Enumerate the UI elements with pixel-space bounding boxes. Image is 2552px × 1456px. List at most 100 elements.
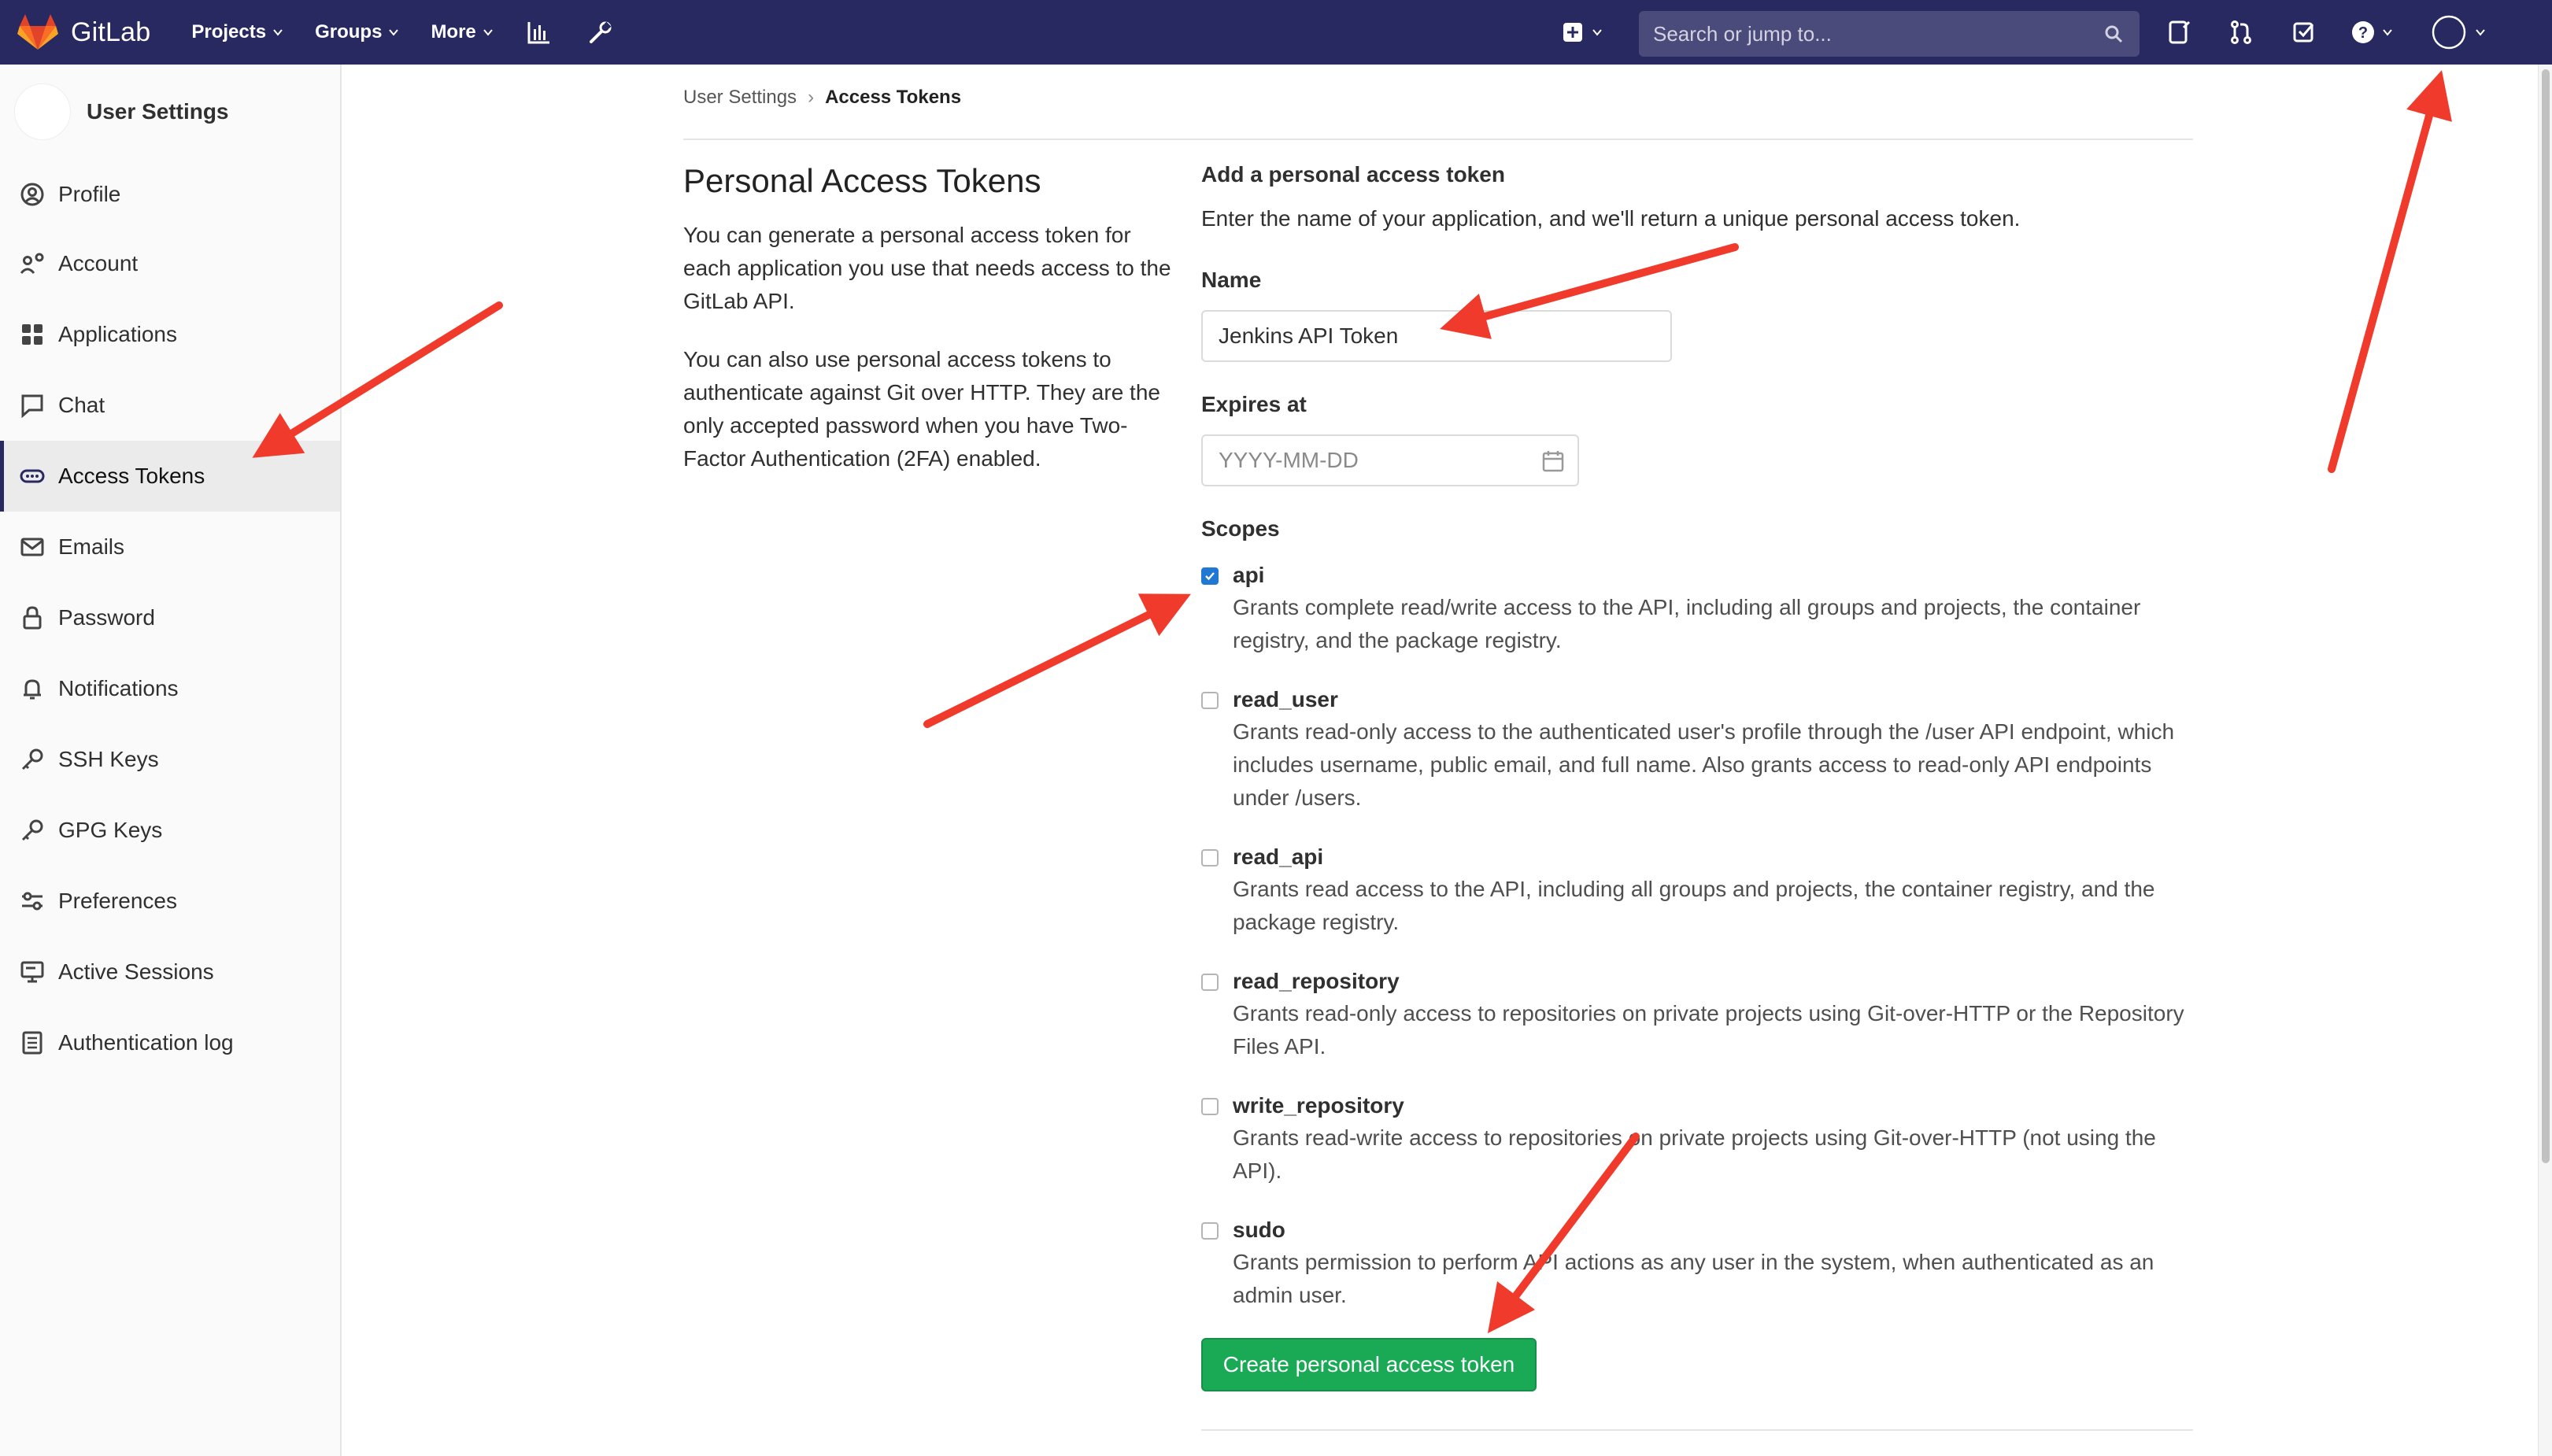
preferences-icon — [19, 888, 46, 915]
sidebar-item-ssh-keys[interactable]: SSH Keys — [0, 724, 340, 795]
chevron-down-icon — [2476, 29, 2485, 36]
wrench-icon[interactable] — [586, 18, 615, 46]
sidebar-item-label: Account — [58, 251, 139, 275]
intro-section: Personal Access Tokens You can generate … — [683, 162, 1171, 501]
breadcrumb-parent[interactable]: User Settings — [683, 87, 797, 109]
user-avatar-icon — [2432, 15, 2466, 50]
user-menu-dropdown[interactable] — [2431, 15, 2486, 50]
page-scrollbar[interactable] — [2538, 65, 2552, 1456]
sidebar-item-label: Active Sessions — [58, 959, 214, 984]
gitlab-logo-icon — [17, 14, 58, 50]
nav-projects[interactable]: Projects — [191, 21, 283, 43]
help-icon: ? — [2352, 21, 2374, 43]
scope-name[interactable]: read_repository — [1233, 966, 2201, 997]
scope-description: Grants read access to the API, including… — [1233, 877, 2155, 934]
chevron-down-icon — [483, 29, 493, 36]
expires-date-input[interactable]: YYYY-MM-DD — [1201, 434, 1579, 486]
breadcrumb-current[interactable]: Access Tokens — [825, 87, 961, 109]
merge-request-icon[interactable] — [2229, 18, 2253, 46]
sidebar-item-label: Notifications — [58, 676, 179, 700]
sidebar-item-label: Applications — [58, 322, 177, 346]
scope-description: Grants complete read/write access to the… — [1233, 595, 2141, 652]
scope-name[interactable]: write_repository — [1233, 1090, 2201, 1122]
token-name-input[interactable]: Jenkins API Token — [1201, 310, 1672, 362]
nav-more-label: More — [431, 21, 476, 42]
expires-placeholder: YYYY-MM-DD — [1219, 448, 1359, 472]
settings-sidebar: User Settings Profile Account Applicatio… — [0, 65, 342, 1456]
scope-read-api-checkbox[interactable] — [1201, 849, 1219, 867]
scope-name[interactable]: read_api — [1233, 841, 2201, 873]
chevron-down-icon — [389, 29, 399, 36]
scope-name[interactable]: sudo — [1233, 1214, 2201, 1246]
chat-icon — [19, 392, 46, 419]
expires-label: Expires at — [1201, 392, 1307, 416]
sidebar-item-gpg-keys[interactable]: GPG Keys — [0, 795, 340, 866]
sidebar-item-label: GPG Keys — [58, 818, 163, 842]
sidebar-item-label: SSH Keys — [58, 747, 159, 771]
scope-sudo-checkbox[interactable] — [1201, 1222, 1219, 1240]
chart-icon[interactable] — [525, 18, 553, 46]
avatar — [14, 83, 71, 140]
sidebar-item-applications[interactable]: Applications — [0, 299, 340, 370]
sidebar-item-label: Access Tokens — [58, 464, 205, 488]
issues-icon[interactable] — [2168, 18, 2191, 46]
search-icon — [2105, 25, 2123, 43]
nav-groups-label: Groups — [315, 21, 383, 42]
arrow-to-api-scope — [923, 593, 1191, 728]
mail-icon — [19, 534, 46, 560]
intro-paragraph: You can generate a personal access token… — [683, 223, 1171, 313]
brand-name: GitLab — [71, 17, 151, 47]
new-item-dropdown[interactable] — [1562, 18, 1603, 46]
sidebar-item-emails[interactable]: Emails — [0, 512, 340, 582]
scope-name[interactable]: read_user — [1233, 684, 2201, 715]
create-token-button[interactable]: Create personal access token — [1201, 1338, 1537, 1391]
scope-api-checkbox[interactable] — [1201, 567, 1219, 585]
key-icon — [19, 746, 46, 773]
divider — [683, 139, 2193, 140]
nav-groups[interactable]: Groups — [315, 21, 399, 43]
scope-read-repository-checkbox[interactable] — [1201, 974, 1219, 991]
search-placeholder: Search or jump to... — [1653, 21, 1832, 46]
sidebar-item-preferences[interactable]: Preferences — [0, 866, 340, 937]
sidebar-item-label: Emails — [58, 534, 125, 559]
top-navbar: GitLab Projects Groups More Search or ju… — [0, 0, 2552, 65]
gitlab-home-link[interactable]: GitLab — [17, 13, 150, 51]
form-heading: Add a personal access token — [1201, 162, 1505, 187]
breadcrumb-separator: › — [808, 87, 815, 108]
sidebar-item-account[interactable]: Account — [0, 228, 340, 299]
profile-icon — [19, 181, 46, 208]
calendar-icon[interactable] — [1541, 449, 1565, 473]
scope-read-user-checkbox[interactable] — [1201, 692, 1219, 709]
scope-write-repository-checkbox[interactable] — [1201, 1098, 1219, 1115]
sidebar-item-authentication-log[interactable]: Authentication log — [0, 1007, 340, 1078]
nav-projects-label: Projects — [191, 21, 267, 42]
scope-description: Grants read-only access to repositories … — [1233, 1001, 2184, 1059]
nav-more[interactable]: More — [431, 21, 493, 43]
sidebar-item-label: Password — [58, 605, 155, 630]
sidebar-item-password[interactable]: Password — [0, 582, 340, 653]
todo-icon[interactable] — [2292, 18, 2316, 46]
scope-description: Grants read-write access to repositories… — [1233, 1125, 2156, 1183]
sidebar-item-access-tokens[interactable]: Access Tokens — [0, 441, 340, 512]
sidebar-title: User Settings — [87, 99, 229, 124]
sidebar-header[interactable]: User Settings — [0, 65, 340, 159]
scope-read-repository: read_repository Grants read-only access … — [1201, 966, 2201, 1063]
sidebar-item-chat[interactable]: Chat — [0, 370, 340, 441]
chevron-down-icon — [273, 29, 283, 36]
sidebar-item-label: Profile — [58, 182, 121, 206]
name-label: Name — [1201, 268, 1262, 292]
scope-sudo: sudo Grants permission to perform API ac… — [1201, 1214, 2201, 1312]
scope-name[interactable]: api — [1233, 560, 2201, 591]
sidebar-item-label: Preferences — [58, 889, 177, 913]
sidebar-item-active-sessions[interactable]: Active Sessions — [0, 937, 340, 1007]
log-icon — [19, 1029, 46, 1056]
sidebar-item-notifications[interactable]: Notifications — [0, 653, 340, 724]
account-icon — [19, 250, 46, 277]
sidebar-item-profile[interactable]: Profile — [0, 159, 340, 230]
scrollbar-thumb[interactable] — [2542, 69, 2550, 1163]
scope-read-api: read_api Grants read access to the API, … — [1201, 841, 2201, 939]
scope-description: Grants permission to perform API actions… — [1233, 1250, 2154, 1307]
scope-read-user: read_user Grants read-only access to the… — [1201, 684, 2201, 815]
search-input[interactable]: Search or jump to... — [1639, 11, 2140, 57]
help-dropdown[interactable]: ? — [2350, 18, 2393, 46]
